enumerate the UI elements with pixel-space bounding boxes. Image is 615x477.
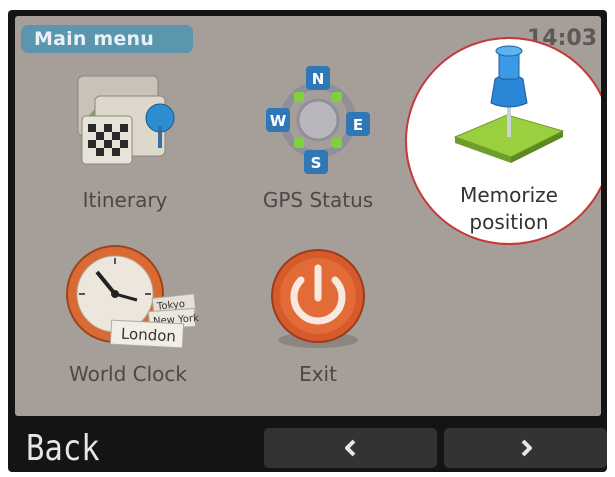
itinerary-map-icon bbox=[77, 75, 175, 165]
chevron-right-icon bbox=[521, 439, 532, 457]
menu-title: Main menu bbox=[21, 25, 193, 53]
back-button[interactable]: Back bbox=[26, 422, 100, 472]
previous-page-button[interactable] bbox=[264, 428, 437, 468]
chevron-left-icon bbox=[344, 439, 355, 457]
world-clock-icon: Tokyo New York London bbox=[66, 245, 199, 349]
gps-status-label: GPS Status bbox=[262, 188, 374, 212]
bottom-bar: Back bbox=[8, 422, 607, 472]
compass-icon: N W E S bbox=[266, 66, 370, 174]
menu-item-itinerary[interactable]: Itinerary bbox=[50, 66, 200, 216]
memorize-label-line2: position bbox=[469, 210, 549, 234]
next-page-button[interactable] bbox=[444, 428, 607, 468]
main-menu-screen: Main menu 14:03 Itinerary N W E S GPS St… bbox=[15, 16, 601, 416]
world-clock-label: World Clock bbox=[68, 362, 187, 386]
exit-label: Exit bbox=[299, 362, 337, 386]
menu-item-gps-status[interactable]: N W E S GPS Status bbox=[243, 66, 393, 216]
menu-item-memorize-position[interactable]: Memorize position bbox=[405, 37, 601, 245]
compass-west-label: W bbox=[270, 112, 287, 130]
city-london: London bbox=[121, 325, 177, 346]
memorize-label-line1: Memorize bbox=[460, 183, 558, 207]
power-icon bbox=[271, 249, 365, 348]
menu-item-world-clock[interactable]: Tokyo New York London World Clock bbox=[43, 244, 213, 394]
compass-north-label: N bbox=[312, 70, 325, 88]
menu-item-exit[interactable]: Exit bbox=[243, 244, 393, 394]
compass-east-label: E bbox=[353, 116, 363, 134]
device-frame: Main menu 14:03 Itinerary N W E S GPS St… bbox=[8, 10, 607, 472]
compass-south-label: S bbox=[311, 154, 322, 172]
pushpin-icon bbox=[453, 45, 565, 163]
itinerary-label: Itinerary bbox=[82, 188, 168, 212]
